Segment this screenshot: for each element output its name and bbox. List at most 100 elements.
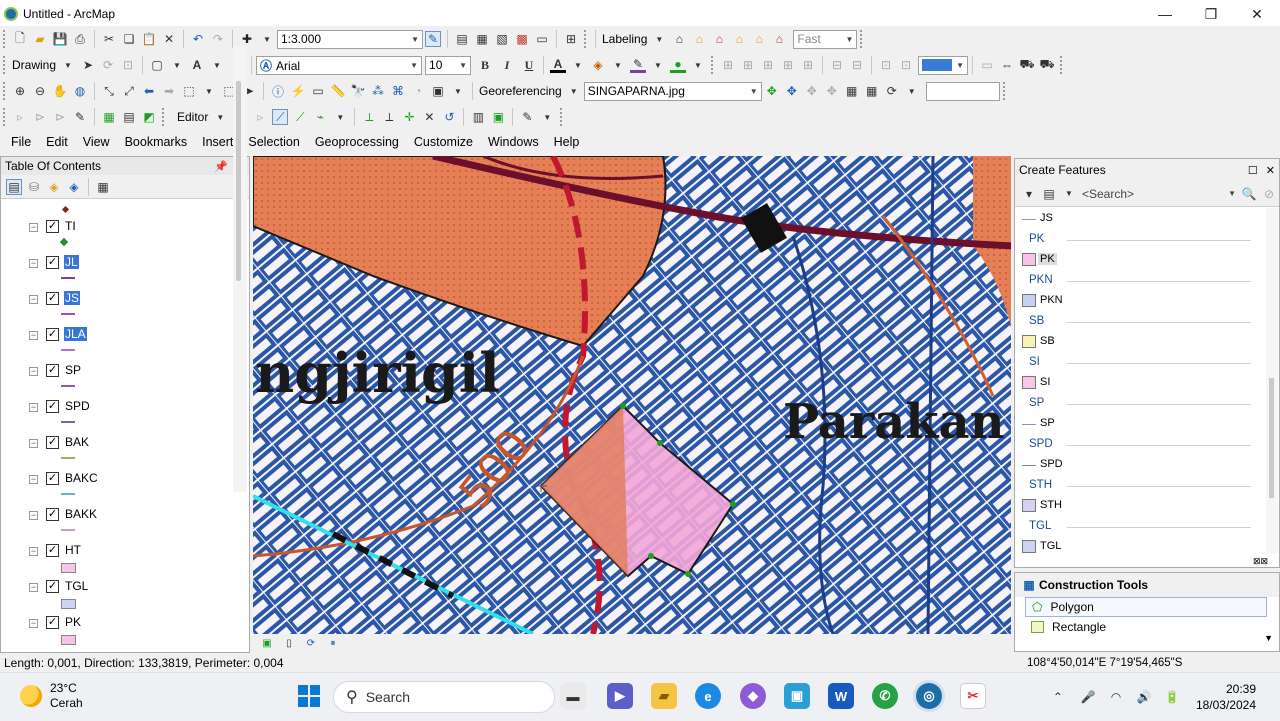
fixed-zoom-out-icon[interactable]: ⤢ bbox=[121, 83, 137, 99]
save-icon[interactable]: 💾 bbox=[52, 31, 68, 47]
font-combo[interactable]: Ⓐ Arial ▼ bbox=[256, 55, 423, 75]
layer-name[interactable]: BAKK bbox=[64, 507, 98, 521]
lock-labels-icon[interactable]: ⌂ bbox=[731, 31, 747, 47]
collapse-toggle-icon[interactable]: − bbox=[29, 259, 38, 268]
layer-visibility-checkbox[interactable]: ✓ bbox=[46, 472, 59, 485]
menu-view[interactable]: View bbox=[83, 135, 110, 149]
layer-symbol[interactable] bbox=[61, 493, 75, 495]
toc-layer-row[interactable]: − ✓ BAK bbox=[1, 431, 234, 467]
menu-help[interactable]: Help bbox=[554, 135, 580, 149]
drawing-menu[interactable]: Drawing bbox=[10, 58, 58, 72]
pin-icon[interactable]: 📌 bbox=[214, 160, 228, 173]
view-link-table-icon[interactable]: ▦ bbox=[844, 83, 860, 99]
layer-visibility-checkbox[interactable]: ✓ bbox=[46, 508, 59, 521]
collapse-toggle-icon[interactable]: − bbox=[29, 547, 38, 556]
layer-symbol[interactable] bbox=[61, 385, 75, 387]
group-icon[interactable]: ⊞ bbox=[760, 57, 776, 73]
feature-template[interactable]: SP bbox=[1015, 414, 1265, 435]
feature-template[interactable]: PKN bbox=[1015, 291, 1265, 312]
bold-button[interactable]: B bbox=[477, 57, 493, 73]
map-canvas[interactable]: ngjirigil Parakan 500 bbox=[253, 156, 1011, 634]
list-by-visibility-icon[interactable]: ◈ bbox=[46, 179, 62, 195]
layer-symbol[interactable] bbox=[61, 421, 75, 423]
feature-template[interactable]: JS bbox=[1015, 209, 1265, 230]
refresh-icon[interactable]: ⟳ bbox=[305, 637, 317, 649]
start-button[interactable] bbox=[296, 683, 322, 709]
layer-visibility-checkbox[interactable]: ✓ bbox=[46, 364, 59, 377]
open-icon[interactable]: ▰ bbox=[32, 31, 48, 47]
weather-widget[interactable]: 23°C Cerah bbox=[20, 681, 83, 711]
taskbar-search[interactable]: ⚲ Search bbox=[333, 681, 555, 713]
menu-selection[interactable]: Selection bbox=[248, 135, 299, 149]
template-view-icon[interactable]: ▤ bbox=[1041, 186, 1057, 202]
split-icon[interactable]: ✕ bbox=[421, 109, 437, 125]
font-color-icon[interactable]: A bbox=[550, 57, 567, 73]
layer-symbol[interactable] bbox=[61, 563, 76, 573]
toc-layer-row[interactable]: − ✓ TGL bbox=[1, 575, 234, 611]
layer-visibility-checkbox[interactable]: ✓ bbox=[46, 220, 59, 233]
microphone-icon[interactable]: 🎤 bbox=[1080, 689, 1096, 705]
add-control-points-icon[interactable]: ✥ bbox=[804, 83, 820, 99]
measure-icon[interactable]: 📏 bbox=[330, 83, 346, 99]
layer-symbol[interactable] bbox=[61, 349, 75, 351]
fill-color-icon[interactable]: ◈ bbox=[590, 57, 606, 73]
show-hidden-icons[interactable]: ⌃ bbox=[1050, 689, 1066, 705]
feature-template[interactable]: SPD bbox=[1015, 455, 1265, 476]
menu-file[interactable]: File bbox=[11, 135, 31, 149]
georef-link-icon[interactable]: ⛟ bbox=[1039, 57, 1055, 73]
trace-icon[interactable]: ⌁ bbox=[312, 109, 328, 125]
list-by-drawing-order-icon[interactable]: ▤ bbox=[6, 178, 22, 195]
send-back-icon[interactable]: ⊟ bbox=[849, 57, 865, 73]
label-priority-icon[interactable]: ⌂ bbox=[691, 31, 707, 47]
next-extent-icon[interactable]: ➡ bbox=[161, 83, 177, 99]
arctoolbox-icon[interactable]: ▩ bbox=[514, 31, 530, 47]
reshape-icon[interactable]: ⟂ bbox=[381, 109, 397, 125]
draw-quality-combo[interactable]: Fast ▼ bbox=[793, 29, 858, 49]
arcmap-taskbar-icon[interactable]: ◎ bbox=[916, 683, 942, 709]
add-data-icon[interactable]: ✚ bbox=[239, 31, 255, 47]
edit-annotation-icon[interactable]: ⊳ bbox=[32, 109, 48, 125]
toc-layer-row[interactable]: − ✓ SP bbox=[1, 359, 234, 395]
toc-scrollbar[interactable] bbox=[233, 46, 247, 492]
find-route-icon[interactable]: ⁂ bbox=[370, 83, 386, 99]
collapse-toggle-icon[interactable]: − bbox=[29, 295, 38, 304]
attributes-icon[interactable]: ▥ bbox=[470, 109, 486, 125]
whatsapp-icon[interactable]: ✆ bbox=[872, 683, 898, 709]
layer-name[interactable]: TGL bbox=[64, 579, 89, 593]
feature-template[interactable]: SB bbox=[1015, 332, 1265, 353]
snipping-tool-icon[interactable]: ✂ bbox=[960, 683, 986, 709]
go-to-xy-icon[interactable]: ⌘ bbox=[390, 83, 406, 99]
pause-drawing-icon[interactable]: ⏸ bbox=[327, 637, 339, 649]
hyperlink-icon[interactable]: ⚡ bbox=[290, 83, 306, 99]
new-document-icon[interactable]: 🗋 bbox=[12, 31, 28, 47]
template-search-input[interactable]: <Search> ▼ bbox=[1079, 184, 1239, 203]
identify-icon[interactable]: ⓘ bbox=[270, 83, 286, 99]
view-unplaced-icon[interactable]: ⌂ bbox=[771, 31, 787, 47]
layer-visibility-checkbox[interactable]: ✓ bbox=[46, 544, 59, 557]
clear-search-icon[interactable]: ⊘ bbox=[1261, 186, 1277, 202]
labeling-menu[interactable]: Labeling bbox=[600, 32, 649, 46]
teams-icon[interactable]: ▶ bbox=[607, 683, 633, 709]
copilot-icon[interactable]: ◆ bbox=[740, 683, 766, 709]
layer-name[interactable]: TI bbox=[64, 219, 77, 233]
marker-color-icon[interactable]: ● bbox=[670, 57, 687, 73]
layer-visibility-checkbox[interactable]: ✓ bbox=[46, 400, 59, 413]
layer-name[interactable]: BAKC bbox=[64, 471, 99, 485]
collapse-toggle-icon[interactable]: − bbox=[29, 403, 38, 412]
layout-pan-icon[interactable]: ⇔ bbox=[999, 57, 1015, 73]
model-builder-icon[interactable]: ⊞ bbox=[563, 31, 579, 47]
collapse-toggle-icon[interactable]: − bbox=[29, 583, 38, 592]
layer-name[interactable]: PK bbox=[64, 615, 82, 629]
ct-scroll-down-icon[interactable]: ▼ bbox=[1264, 633, 1273, 643]
rotate-edit-icon[interactable]: ↺ bbox=[441, 109, 457, 125]
find-icon[interactable]: 🔭 bbox=[350, 83, 366, 99]
copy-icon[interactable]: ❏ bbox=[121, 31, 137, 47]
close-button[interactable]: ✕ bbox=[1234, 0, 1280, 28]
editor-toolbar-icon[interactable]: ✎ bbox=[425, 31, 441, 47]
layer-visibility-checkbox[interactable]: ✓ bbox=[46, 580, 59, 593]
layer-name[interactable]: HT bbox=[64, 543, 82, 557]
cf-maximize-icon[interactable]: ☐ bbox=[1248, 164, 1258, 177]
layer-symbol[interactable] bbox=[61, 313, 75, 315]
link-table-icon[interactable]: ▦ bbox=[864, 83, 880, 99]
wifi-icon[interactable]: ◠ bbox=[1108, 689, 1124, 705]
